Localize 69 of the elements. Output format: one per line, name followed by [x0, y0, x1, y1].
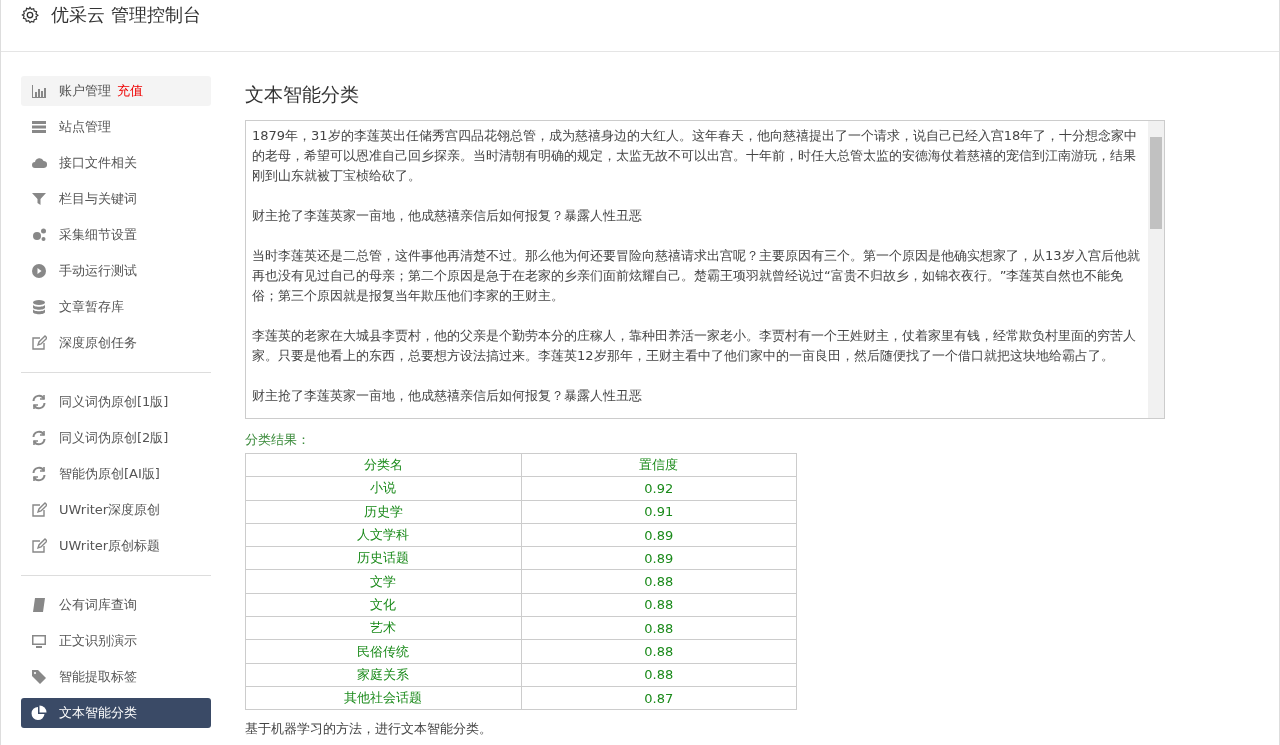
database-icon: [31, 299, 47, 315]
table-cell: 0.91: [521, 500, 797, 524]
table-cell: 0.87: [521, 686, 797, 710]
article-paragraph: 当时李莲英还是二总管，这件事他再清楚不过。那么他为何还要冒险向慈禧请求出宫呢？主要原因有三个。第一个原因是他确实想家了，从13岁入宫后他就再也没有见过自己的母亲；第二个原因是急于在老家的乡亲们面前炫耀自己。楚霸王项羽就曾经说过“富贵不归故乡，如锦衣夜行。”李莲英自然也不能免俗；第三个原因就是报复当年欺压他们李家的王财主。: [252, 247, 1141, 305]
article-paragraph: 财主抢了李莲英家一亩地，他成慈禧亲信后如何报复？暴露人性丑恶: [252, 207, 643, 225]
app-title: 优采云 管理控制台: [51, 4, 201, 26]
column-header: 分类名: [245, 453, 521, 477]
table-cell: 人文学科: [245, 523, 521, 547]
table-cell: 0.88: [521, 570, 797, 594]
result-label: 分类结果：: [245, 431, 311, 449]
refresh-icon: [31, 466, 47, 482]
text-area[interactable]: [245, 120, 1165, 419]
play-icon: [31, 263, 47, 279]
sidebar-item[interactable]: 文本智能分类: [21, 698, 211, 728]
sidebar-item[interactable]: 智能伪原创[AI版]: [21, 459, 211, 489]
chart-icon: [31, 83, 47, 99]
cloud-icon: [31, 155, 47, 171]
table-cell: 0.88: [521, 639, 797, 664]
article-paragraph: 1879年，31岁的李莲英出任储秀宫四品花翎总管，成为慈禧身边的大红人。这年春天，他向慈禧提出了一个请求，说自己已经入宫18年了，十分想念家中的老母，希望可以恩准自己回乡探亲。当时清朝有明确的规定，太监无故不可以出宫。十年前，时任大总管太监的安德海仗着慈禧的宠信到江南游玩，结果刚到山东就被丁宝桢给砍了。: [252, 127, 1139, 185]
column-header: 置信度: [521, 453, 797, 477]
table-cell: 0.89: [521, 523, 797, 547]
sidebar-item[interactable]: 智能提取标签: [21, 662, 211, 692]
edit-icon: [31, 502, 47, 518]
settings-icon: [21, 6, 39, 24]
sidebar-item[interactable]: 公有词库查询: [21, 590, 211, 620]
sidebar-item[interactable]: 同义词伪原创[1版]: [21, 387, 211, 417]
server-icon: [31, 119, 47, 135]
sidebar-item[interactable]: 正文识别演示: [21, 626, 211, 656]
table-cell: 家庭关系: [245, 663, 521, 687]
table-cell: 文学: [245, 570, 521, 594]
sidebar-item[interactable]: UWriter原创标题: [21, 531, 211, 561]
sidebar-item[interactable]: UWriter深度原创: [21, 495, 211, 525]
monitor-icon: [31, 633, 47, 649]
table-cell: 0.88: [521, 663, 797, 687]
sidebar-item[interactable]: 接口文件相关: [21, 148, 211, 178]
description-text: 基于机器学习的方法，进行文本智能分类。: [245, 720, 493, 739]
filter-icon: [31, 191, 47, 207]
scrollbar[interactable]: [1148, 121, 1164, 418]
edit-icon: [31, 335, 47, 351]
sidebar-item[interactable]: 站点管理: [21, 112, 211, 142]
page-title: 文本智能分类: [245, 82, 360, 107]
sidebar-item[interactable]: 手动运行测试: [21, 256, 211, 286]
sidebar-item[interactable]: 栏目与关键词: [21, 184, 211, 214]
table-cell: 0.88: [521, 593, 797, 617]
table-cell: 历史学: [245, 500, 521, 524]
table-cell: 0.92: [521, 476, 797, 501]
table-cell: 历史话题: [245, 546, 521, 570]
table-cell: 文化: [245, 593, 521, 617]
table-cell: 其他社会话题: [245, 686, 521, 710]
refresh-icon: [31, 430, 47, 446]
sidebar-item[interactable]: 同义词伪原创[2版]: [21, 423, 211, 453]
sidebar-item[interactable]: 账户管理 充值: [21, 76, 211, 106]
article-paragraph: 财主抢了李莲英家一亩地，他成慈禧亲信后如何报复？暴露人性丑恶: [252, 387, 643, 405]
book-icon: [31, 597, 47, 613]
edit-icon: [31, 538, 47, 554]
tag-icon: [31, 669, 47, 685]
table-cell: 民俗传统: [245, 639, 521, 664]
article-paragraph: 李莲英的老家在大城县李贾村，他的父亲是个勤劳本分的庄稼人，靠种田养活一家老小。李贾村有一个王姓财主，仗着家里有钱，经常欺负村里面的穷苦人家。只要是他看上的东西，总要想方设法搞过来。李莲英12岁那年，王财主看中了他们家中的一亩良田，然后随便找了一个借口就把这块地给霸占了。: [252, 327, 1137, 365]
table-cell: 艺术: [245, 616, 521, 640]
pie-icon: [31, 705, 47, 721]
gears-icon: [31, 227, 47, 243]
table-cell: 0.89: [521, 546, 797, 570]
table-cell: 小说: [245, 476, 521, 501]
sidebar-item[interactable]: 文章暂存库: [21, 292, 211, 322]
sidebar-item[interactable]: 采集细节设置: [21, 220, 211, 250]
sidebar-item[interactable]: 深度原创任务: [21, 328, 211, 358]
refresh-icon: [31, 394, 47, 410]
recharge-link[interactable]: 充值: [117, 82, 143, 100]
table-cell: 0.88: [521, 616, 797, 640]
